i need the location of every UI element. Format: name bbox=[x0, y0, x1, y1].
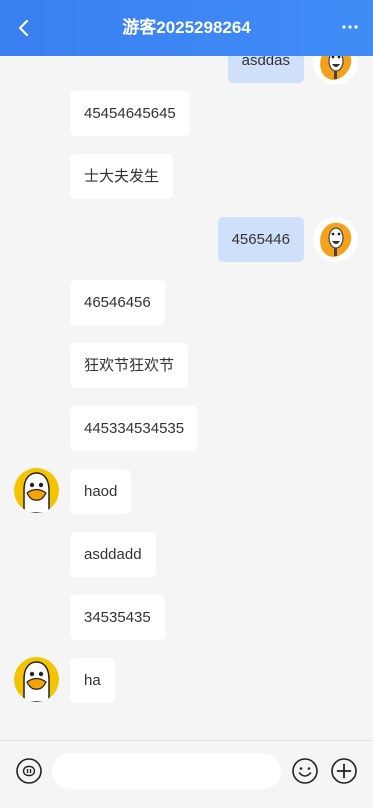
message-input[interactable] bbox=[52, 753, 281, 789]
emoji-icon bbox=[292, 758, 318, 784]
other-message-bubble[interactable]: 45454645645 bbox=[70, 91, 190, 136]
avatar[interactable] bbox=[313, 217, 358, 262]
other-message-bubble[interactable]: asddadd bbox=[70, 532, 156, 577]
penguin-avatar-icon bbox=[14, 657, 59, 702]
chat-header: 游客2025298264 bbox=[0, 0, 373, 56]
emoji-button[interactable] bbox=[291, 757, 319, 785]
my-message-bubble[interactable]: 4565446 bbox=[217, 217, 304, 262]
other-message-bubble[interactable]: 445334534535 bbox=[70, 406, 199, 451]
other-message-bubble[interactable]: 狂欢节狂欢节 bbox=[70, 343, 189, 388]
other-message-bubble[interactable]: 46546456 bbox=[70, 280, 165, 325]
voice-button[interactable] bbox=[15, 757, 43, 785]
page-title: 游客2025298264 bbox=[122, 18, 251, 37]
other-message-bubble[interactable]: haod bbox=[70, 469, 132, 514]
other-message-bubble[interactable]: 士大夫发生 bbox=[70, 154, 174, 199]
avatar[interactable] bbox=[14, 657, 59, 702]
other-message-bubble[interactable]: 34535435 bbox=[70, 595, 165, 640]
avatar[interactable] bbox=[14, 468, 59, 513]
more-button[interactable] bbox=[337, 16, 363, 38]
other-message-bubble[interactable]: ha bbox=[70, 658, 115, 703]
voice-icon bbox=[16, 758, 42, 784]
add-icon bbox=[331, 758, 357, 784]
more-icon bbox=[342, 25, 358, 29]
input-bar bbox=[0, 740, 373, 808]
my-avatar-icon bbox=[313, 217, 358, 262]
penguin-avatar-icon bbox=[14, 468, 59, 513]
my-avatar-icon bbox=[313, 56, 358, 85]
add-button[interactable] bbox=[330, 757, 358, 785]
message-list[interactable]: asddas 45454645645 士大夫发生 4565446 4654645… bbox=[0, 56, 373, 740]
avatar[interactable] bbox=[313, 56, 358, 85]
my-message-bubble[interactable]: asddas bbox=[227, 56, 304, 83]
